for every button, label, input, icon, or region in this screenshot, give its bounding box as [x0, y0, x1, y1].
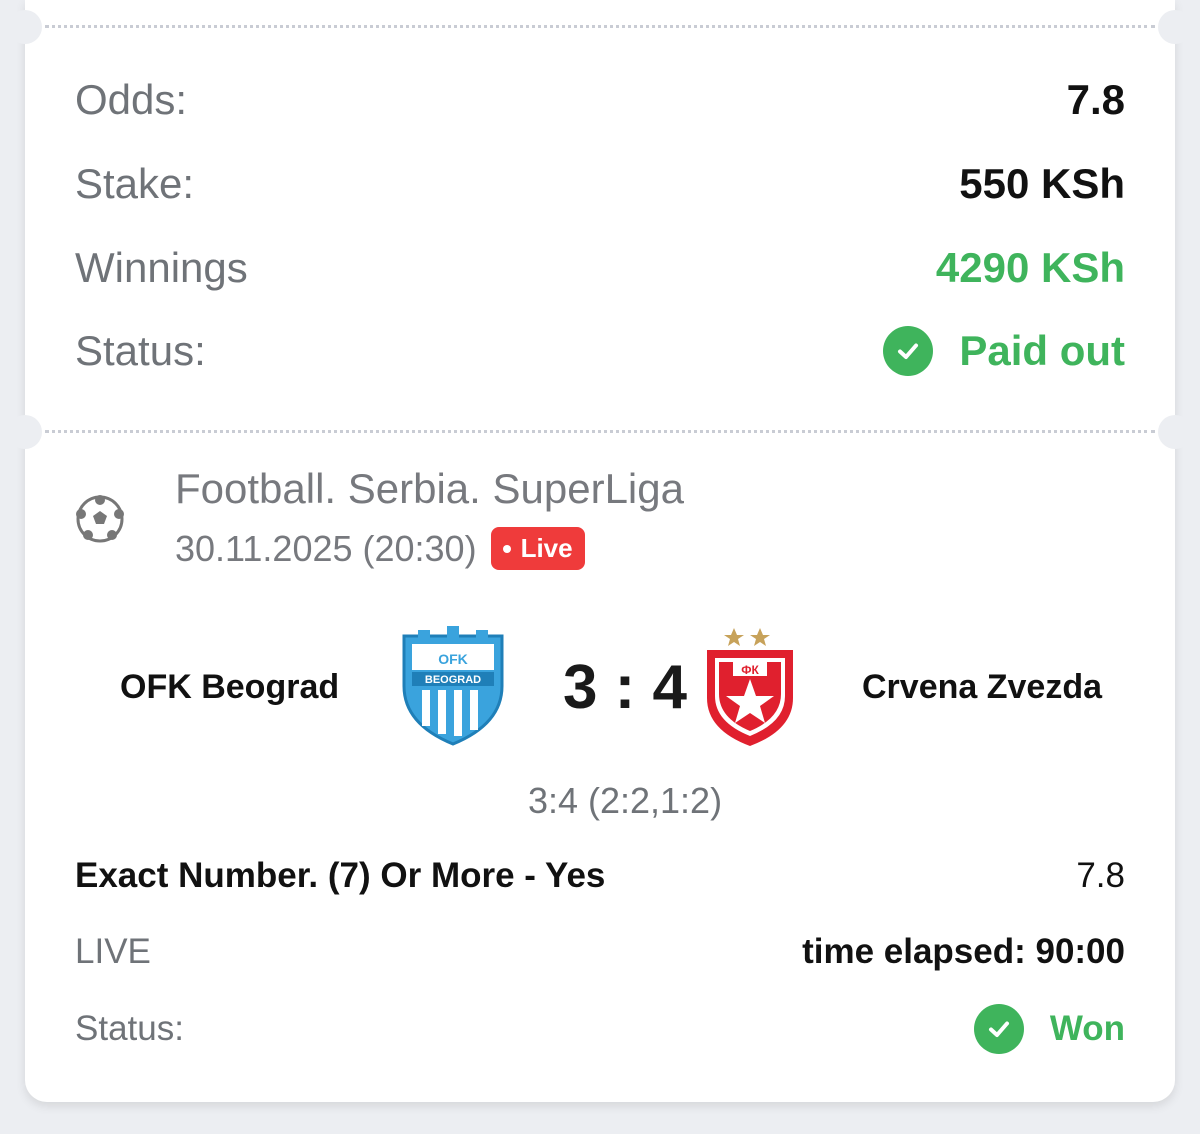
ticket-notch-right [1158, 415, 1192, 449]
home-team-name: OFK Beograd [120, 668, 340, 706]
bet-odds: 7.8 [1076, 856, 1125, 895]
time-elapsed: time elapsed: 90:00 [802, 932, 1125, 971]
ticket-notch-left [8, 10, 42, 44]
status-label: Status: [75, 327, 206, 374]
live-badge: Live [490, 527, 585, 570]
bet-status-label: Status: [75, 1009, 184, 1048]
away-logo-text: ФК [741, 663, 759, 677]
odds-label: Odds: [75, 76, 188, 123]
away-team-logo: ФК [703, 624, 797, 748]
winnings-value: 4290 KSh [935, 244, 1125, 291]
bet-status-value: Won [1049, 1009, 1125, 1048]
home-logo-letters: OFK [438, 651, 468, 667]
bet-status-group: Won [973, 1004, 1125, 1054]
home-team-logo: OFK BEOGRAD [398, 624, 508, 746]
away-team-name: Crvena Zvezda [862, 668, 1102, 706]
bet-live-row: LIVE time elapsed: 90:00 [75, 932, 1125, 972]
check-circle-icon [973, 1004, 1024, 1054]
stake-value: 550 KSh [959, 160, 1125, 207]
status-value-group: Paid out [883, 326, 1125, 376]
ticket-notch-right [1158, 10, 1192, 44]
league-name: Football. Serbia. SuperLiga [175, 465, 684, 512]
bet-card: Odds: 7.8 Stake: 550 KSh Winnings 4290 K… [8, 0, 1192, 1102]
bet-status-row: Status: Won [75, 1004, 1125, 1054]
event-datetime: 30.11.2025 (20:30) [175, 527, 477, 569]
ticket-notch-left [8, 415, 42, 449]
live-dot-icon [502, 544, 511, 553]
winnings-label: Winnings [75, 244, 248, 291]
home-logo-text: BEOGRAD [425, 674, 481, 686]
dashed-divider-top [45, 25, 1155, 28]
dashed-divider-middle [45, 430, 1155, 433]
check-circle-icon [883, 326, 934, 376]
match-score: 3 : 4 [562, 653, 688, 722]
stake-row: Stake: 550 KSh [75, 160, 1125, 208]
bet-market-row: Exact Number. (7) Or More - Yes 7.8 [75, 856, 1125, 896]
odds-row: Odds: 7.8 [75, 76, 1125, 124]
winnings-row: Winnings 4290 KSh [75, 244, 1125, 292]
odds-value: 7.8 [1066, 76, 1125, 123]
status-row: Status: Paid out [75, 326, 1125, 376]
event-date-row: 30.11.2025 (20:30) Live [175, 527, 585, 570]
score-detail: 3:4 (2:2,1:2) [527, 780, 723, 821]
live-badge-label: Live [520, 533, 573, 563]
stake-label: Stake: [75, 160, 195, 207]
status-value: Paid out [959, 327, 1125, 374]
bet-mode: LIVE [75, 932, 151, 971]
bet-market: Exact Number. (7) Or More - Yes [75, 856, 606, 895]
football-icon [75, 494, 125, 544]
